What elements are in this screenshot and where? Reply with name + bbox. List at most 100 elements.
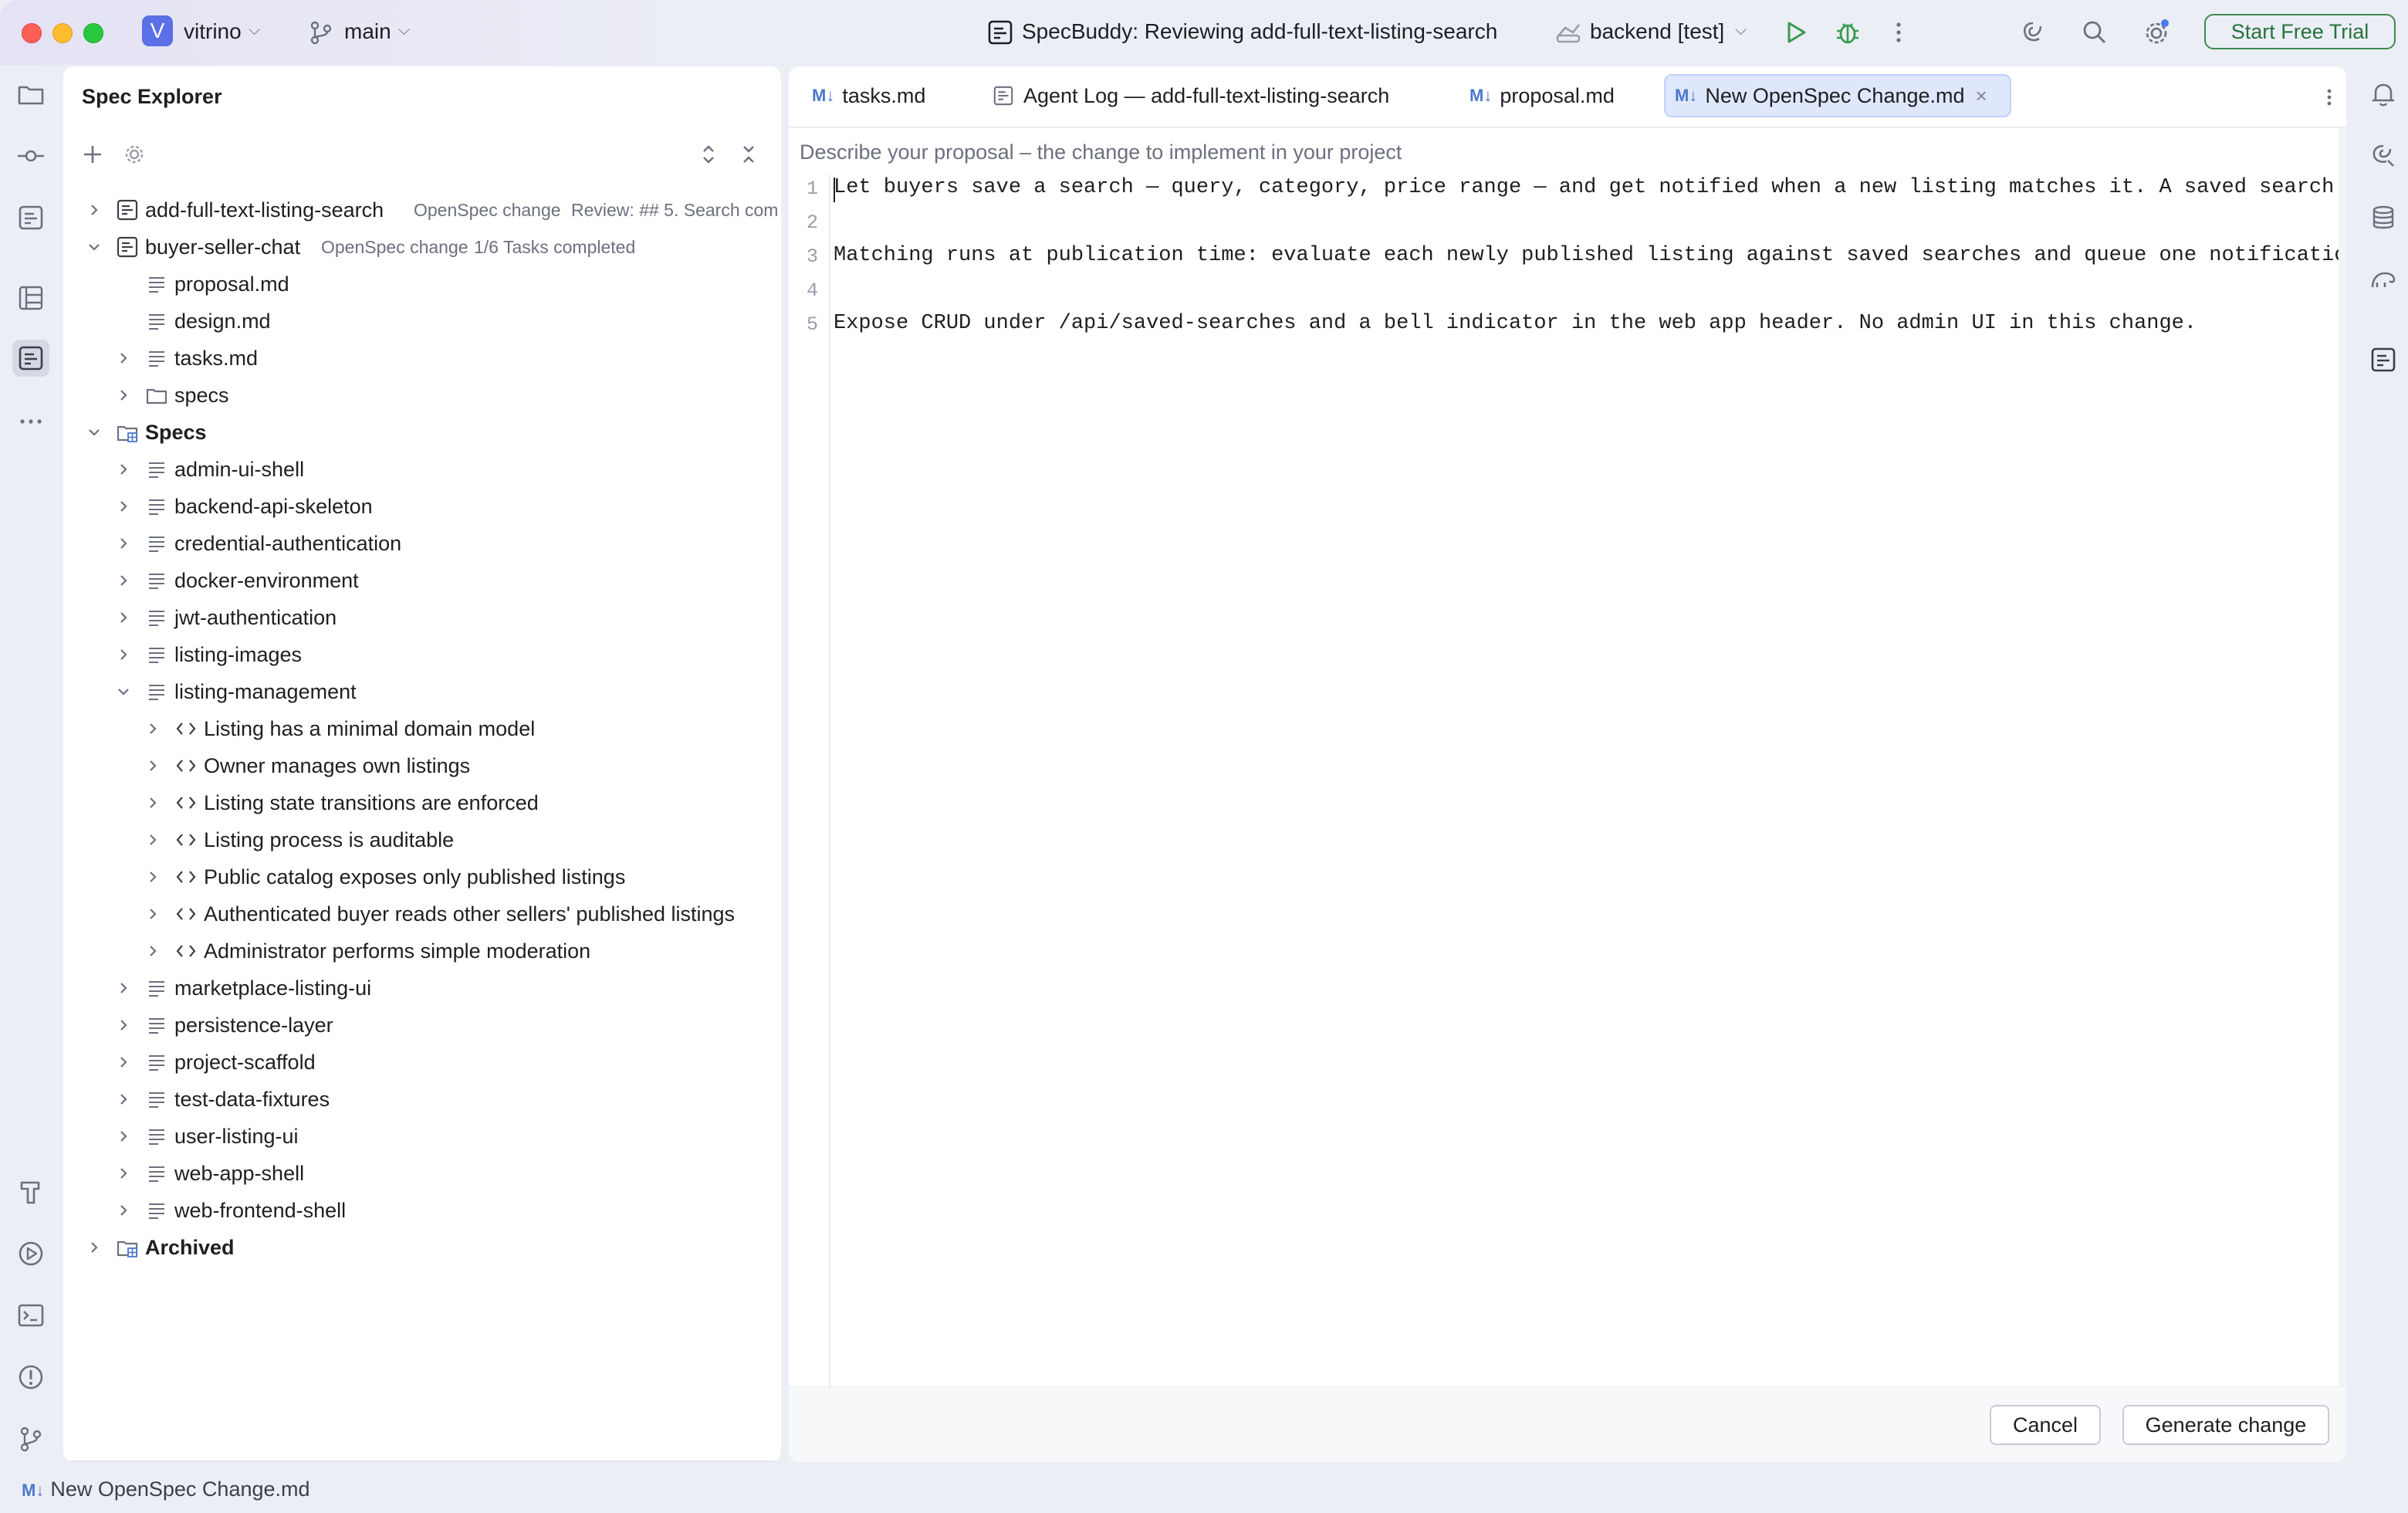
git-icon[interactable] xyxy=(12,1420,49,1457)
proposal-text-editor[interactable]: 1 Let buyers save a search — query, categ… xyxy=(789,174,2346,1394)
horizontal-scrollbar[interactable] xyxy=(63,1461,781,1462)
notifications-bell-icon[interactable] xyxy=(2365,76,2402,113)
cancel-button[interactable]: Cancel xyxy=(1990,1405,2101,1445)
tree-item-file[interactable]: proposal.md xyxy=(63,266,781,303)
tab-tasks-md[interactable]: M↓ tasks.md xyxy=(812,74,925,117)
tree-item-requirement[interactable]: Public catalog exposes only published li… xyxy=(63,858,781,895)
services-run-icon[interactable] xyxy=(12,1235,49,1272)
spec-document-icon[interactable] xyxy=(12,199,49,236)
vertical-scrollbar[interactable] xyxy=(2339,128,2346,1386)
tree-item-spec[interactable]: persistence-layer xyxy=(63,1007,781,1044)
chevron-right-icon[interactable] xyxy=(116,1054,131,1070)
tree-item-change[interactable]: buyer-seller-chat OpenSpec change 1/6 Ta… xyxy=(63,228,781,266)
chevron-down-icon[interactable] xyxy=(86,425,102,440)
session-title[interactable]: SpecBuddy: Reviewing add-full-text-listi… xyxy=(1022,19,1497,45)
chevron-down-icon[interactable] xyxy=(116,684,131,699)
tree-item-spec[interactable]: marketplace-listing-ui xyxy=(63,970,781,1007)
chevron-right-icon[interactable] xyxy=(86,1240,102,1255)
tree-item-file[interactable]: design.md xyxy=(63,303,781,340)
database-icon[interactable] xyxy=(2365,199,2402,236)
branch-name[interactable]: main xyxy=(344,19,391,45)
more-vertical-icon[interactable] xyxy=(1883,17,1914,48)
structure-icon[interactable] xyxy=(12,279,49,316)
tree-item-spec[interactable]: credential-authentication xyxy=(63,525,781,562)
expand-all-icon[interactable] xyxy=(695,140,722,168)
chevron-right-icon[interactable] xyxy=(116,1166,131,1181)
more-vertical-icon[interactable] xyxy=(2314,82,2345,113)
tab-proposal-md[interactable]: M↓ proposal.md xyxy=(1469,74,1615,117)
chevron-right-icon[interactable] xyxy=(86,202,102,218)
tree-item-spec[interactable]: project-scaffold xyxy=(63,1044,781,1081)
tree-item-requirement[interactable]: Listing process is auditable xyxy=(63,821,781,858)
spec-document-icon[interactable] xyxy=(2365,341,2402,378)
chevron-down-icon[interactable]: ⌵ xyxy=(249,22,260,39)
chevron-right-icon[interactable] xyxy=(116,980,131,996)
tree-item-spec[interactable]: listing-images xyxy=(63,636,781,673)
problems-icon[interactable] xyxy=(12,1359,49,1396)
chevron-right-icon[interactable] xyxy=(116,388,131,403)
chevron-right-icon[interactable] xyxy=(116,462,131,477)
more-horizontal-icon[interactable] xyxy=(12,403,49,440)
tree-item-requirement[interactable]: Administrator performs simple moderation xyxy=(63,933,781,970)
chevron-down-icon[interactable] xyxy=(86,239,102,255)
generate-change-button[interactable]: Generate change xyxy=(2122,1405,2329,1445)
terminal-icon[interactable] xyxy=(12,1297,49,1334)
chevron-right-icon[interactable] xyxy=(116,1092,131,1107)
tree-item-spec[interactable]: test-data-fixtures xyxy=(63,1081,781,1118)
chevron-right-icon[interactable] xyxy=(116,610,131,625)
debug-icon[interactable] xyxy=(1832,17,1863,48)
tree-item-requirement[interactable]: Owner manages own listings xyxy=(63,747,781,784)
chevron-right-icon[interactable] xyxy=(116,499,131,514)
chevron-right-icon[interactable] xyxy=(116,1203,131,1218)
chevron-right-icon[interactable] xyxy=(145,795,161,811)
git-branch-icon[interactable] xyxy=(306,17,337,48)
commit-icon[interactable] xyxy=(12,137,49,174)
run-config-name[interactable]: backend [test] xyxy=(1590,19,1724,45)
tree-item-requirement[interactable]: Listing state transitions are enforced xyxy=(63,784,781,821)
chevron-right-icon[interactable] xyxy=(116,1129,131,1144)
tree-item-folder[interactable]: specs xyxy=(63,377,781,414)
tree-item-spec[interactable]: jwt-authentication xyxy=(63,599,781,636)
chevron-right-icon[interactable] xyxy=(145,943,161,959)
project-badge[interactable]: V xyxy=(142,15,173,46)
minimize-window-button[interactable] xyxy=(52,23,73,43)
tab-agent-log[interactable]: Agent Log — add-full-text-listing-search xyxy=(993,74,1389,117)
tree-item-spec[interactable]: web-frontend-shell xyxy=(63,1192,781,1229)
search-icon[interactable] xyxy=(2079,17,2110,48)
chevron-down-icon[interactable]: ⌵ xyxy=(398,22,410,39)
status-breadcrumb[interactable]: M↓ New OpenSpec Change.md xyxy=(22,1477,310,1501)
add-icon[interactable] xyxy=(79,140,107,168)
collapse-all-icon[interactable] xyxy=(735,140,763,168)
gradle-elephant-icon[interactable] xyxy=(2365,261,2402,298)
project-name[interactable]: vitrino xyxy=(184,19,242,45)
chevron-right-icon[interactable] xyxy=(116,350,131,366)
tree-item-spec[interactable]: user-listing-ui xyxy=(63,1118,781,1155)
chevron-right-icon[interactable] xyxy=(145,758,161,773)
tree-item-spec[interactable]: admin-ui-shell xyxy=(63,451,781,488)
run-icon[interactable] xyxy=(1780,17,1811,48)
settings-icon[interactable] xyxy=(120,140,148,168)
chevron-right-icon[interactable] xyxy=(116,536,131,551)
zoom-window-button[interactable] xyxy=(83,23,103,43)
tab-new-openspec-change[interactable]: M↓ New OpenSpec Change.md × xyxy=(1664,74,2011,117)
close-window-button[interactable] xyxy=(22,23,42,43)
close-icon[interactable]: × xyxy=(1976,84,1987,108)
tree-group-archived[interactable]: Archived xyxy=(63,1229,781,1266)
tree-item-requirement[interactable]: Listing has a minimal domain model xyxy=(63,710,781,747)
ai-assistant-icon[interactable] xyxy=(2017,17,2048,48)
tree-item-spec[interactable]: docker-environment xyxy=(63,562,781,599)
chevron-right-icon[interactable] xyxy=(145,869,161,885)
chevron-right-icon[interactable] xyxy=(116,1017,131,1033)
chevron-right-icon[interactable] xyxy=(145,721,161,736)
tree-item-spec[interactable]: listing-management xyxy=(63,673,781,710)
tree-item-requirement[interactable]: Authenticated buyer reads other sellers'… xyxy=(63,895,781,933)
tree-item-file[interactable]: tasks.md xyxy=(63,340,781,377)
build-hammer-icon[interactable] xyxy=(12,1173,49,1210)
tree-item-change[interactable]: add-full-text-listing-search OpenSpec ch… xyxy=(63,191,781,228)
start-free-trial-button[interactable]: Start Free Trial xyxy=(2204,14,2396,49)
tree-item-spec[interactable]: web-app-shell xyxy=(63,1155,781,1192)
chevron-right-icon[interactable] xyxy=(116,647,131,662)
chevron-right-icon[interactable] xyxy=(116,573,131,588)
tree-item-spec[interactable]: backend-api-skeleton xyxy=(63,488,781,525)
chevron-down-icon[interactable]: ⌵ xyxy=(1735,22,1747,39)
